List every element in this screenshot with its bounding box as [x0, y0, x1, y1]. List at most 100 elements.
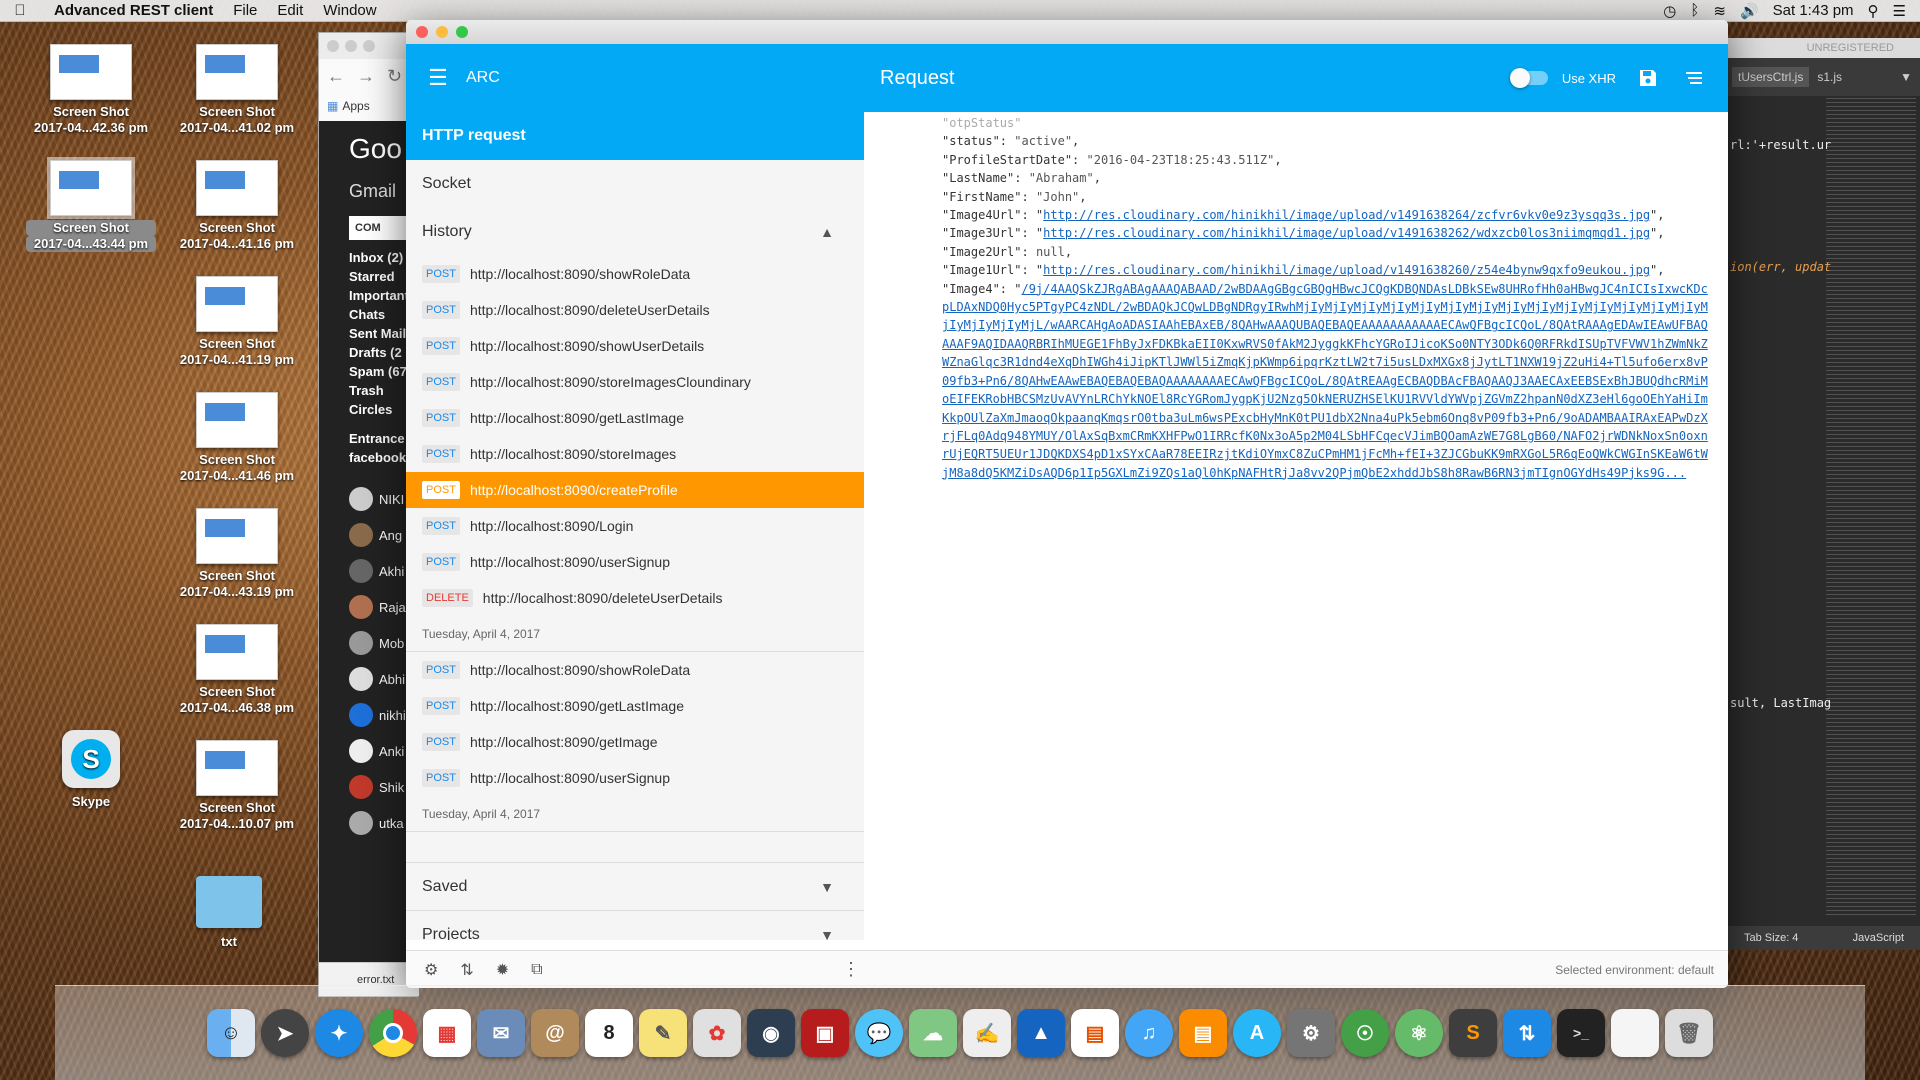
contact-item[interactable]: Akhi: [319, 553, 419, 589]
desktop-file-screenshot[interactable]: Screen Shot 2017-04...46.38 pm: [172, 624, 302, 716]
chevron-down-icon[interactable]: ▼: [820, 879, 834, 895]
minimize-icon[interactable]: [345, 40, 357, 52]
history-item[interactable]: POST http://localhost:8090/getLastImage: [406, 400, 864, 436]
launchpad-icon[interactable]: ➤: [261, 1009, 309, 1057]
clock[interactable]: Sat 1:43 pm: [1773, 2, 1854, 19]
apps-bookmark[interactable]: Apps: [342, 99, 369, 113]
open-external-icon[interactable]: ⧉: [531, 961, 542, 979]
tab-userctrl[interactable]: tUsersCtrl.js: [1732, 67, 1810, 87]
desktop-file-screenshot[interactable]: Screen Shot 2017-04...10.07 pm: [172, 740, 302, 832]
editor-minimap[interactable]: [1826, 98, 1916, 918]
photos-icon[interactable]: ✿: [693, 1009, 741, 1057]
response-body-viewer[interactable]: "otpStatus" "status": "active", "Profile…: [864, 112, 1728, 950]
label-entrance[interactable]: Entrance: [319, 429, 419, 448]
desktop-folder-txt[interactable]: txt: [164, 876, 294, 950]
apple-icon[interactable]: : [0, 2, 40, 19]
json-link[interactable]: http://res.cloudinary.com/hinikhil/image…: [1043, 263, 1650, 277]
zoom-icon[interactable]: [363, 40, 375, 52]
finder-icon[interactable]: ☺: [207, 1009, 255, 1057]
messages-icon[interactable]: 💬: [855, 1009, 903, 1057]
tab-overflow-icon[interactable]: ▼: [1900, 70, 1912, 84]
folder-sent[interactable]: Sent Mail: [319, 324, 419, 343]
atom-icon[interactable]: ⚛: [1395, 1009, 1443, 1057]
toggle-switch[interactable]: [1509, 68, 1548, 88]
settings-gear-icon[interactable]: ⚙: [424, 960, 438, 980]
notes-icon[interactable]: ✎: [639, 1009, 687, 1057]
history-item[interactable]: POST http://localhost:8090/getImage: [406, 724, 864, 760]
bluetooth-icon[interactable]: ᛒ: [1690, 2, 1699, 19]
textedit-icon[interactable]: ✍: [963, 1009, 1011, 1057]
desktop-file-screenshot[interactable]: Screen Shot 2017-04...41.16 pm: [172, 160, 302, 252]
menu-window[interactable]: Window: [313, 2, 386, 19]
contacts-icon[interactable]: @: [531, 1009, 579, 1057]
ibooks-icon[interactable]: ▤: [1179, 1009, 1227, 1057]
trash-icon[interactable]: 🗑: [1665, 1009, 1713, 1057]
apps-grid-icon[interactable]: ▦: [327, 99, 338, 113]
history-item[interactable]: POST http://localhost:8090/Login: [406, 508, 864, 544]
contact-item[interactable]: NIKI: [319, 481, 419, 517]
nav-http-request[interactable]: HTTP request: [406, 112, 864, 160]
close-icon[interactable]: [327, 40, 339, 52]
desktop-file-screenshot[interactable]: Screen Shot 2017-04...43.19 pm: [172, 508, 302, 600]
history-item[interactable]: POST http://localhost:8090/userSignup: [406, 544, 864, 580]
folder-drafts[interactable]: Drafts (2: [319, 343, 419, 362]
folder-trash[interactable]: Trash: [319, 381, 419, 400]
nav-history[interactable]: History ▲: [406, 208, 864, 256]
desktop-file-screenshot[interactable]: Screen Shot 2017-04...41.46 pm: [172, 392, 302, 484]
forward-arrow-icon[interactable]: →: [357, 66, 375, 87]
history-item[interactable]: DELETE http://localhost:8090/deleteUserDe…: [406, 580, 864, 616]
keynote-icon[interactable]: ▲: [1017, 1009, 1065, 1057]
tab-s1[interactable]: s1.js: [1817, 70, 1842, 84]
nav-projects[interactable]: Projects ▼: [406, 910, 864, 940]
history-item[interactable]: POST http://localhost:8090/getLastImage: [406, 688, 864, 724]
import-export-icon[interactable]: ⇅: [460, 960, 473, 980]
more-vert-icon[interactable]: ⋮: [842, 959, 860, 980]
zoom-icon[interactable]: [456, 26, 468, 38]
contact-item[interactable]: Abhi: [319, 661, 419, 697]
back-arrow-icon[interactable]: ←: [327, 66, 345, 87]
contact-item[interactable]: Raja: [319, 589, 419, 625]
json-base64-link[interactable]: /9j/4AAQSkZJRgABAgAAAQABAAD/2wBDAAgGBgcG…: [942, 282, 1708, 480]
contact-item[interactable]: Mob: [319, 625, 419, 661]
chevron-down-icon[interactable]: ▼: [820, 927, 834, 941]
history-item[interactable]: POST http://localhost:8090/deleteUserDeta…: [406, 292, 864, 328]
menu-app-name[interactable]: Advanced REST client: [40, 2, 223, 19]
time-machine-icon[interactable]: ◷: [1663, 2, 1676, 20]
desktop-app-skype[interactable]: S Skype: [26, 730, 156, 810]
folder-inbox[interactable]: Inbox (2): [319, 248, 419, 267]
desktop-file-screenshot[interactable]: Screen Shot 2017-04...41.19 pm: [172, 276, 302, 368]
bug-icon[interactable]: ✹: [496, 960, 509, 980]
itunes-icon[interactable]: ♫: [1125, 1009, 1173, 1057]
history-item[interactable]: POST http://localhost:8090/storeImages: [406, 436, 864, 472]
stats-icon[interactable]: ▤: [1071, 1009, 1119, 1057]
folder-important[interactable]: Important: [319, 286, 419, 305]
contact-item[interactable]: nikhi: [319, 697, 419, 733]
mail-stamp-icon[interactable]: ✉: [477, 1009, 525, 1057]
contact-item[interactable]: Shik: [319, 769, 419, 805]
sublime-text-editor[interactable]: UNREGISTERED tUsersCtrl.js s1.js ▼ rl:'+…: [1728, 38, 1920, 950]
tab-size[interactable]: Tab Size: 4: [1744, 932, 1798, 944]
notification-center-icon[interactable]: ☰: [1893, 2, 1906, 20]
filezilla-icon[interactable]: ⇅: [1503, 1009, 1551, 1057]
reload-icon[interactable]: ↻: [387, 66, 402, 87]
menu-edit[interactable]: Edit: [267, 2, 313, 19]
nav-socket[interactable]: Socket: [406, 160, 864, 208]
apps-launcher-icon[interactable]: ▦: [423, 1009, 471, 1057]
history-item-selected[interactable]: POST http://localhost:8090/createProfile: [406, 472, 864, 508]
environment-status[interactable]: Selected environment: default: [1555, 963, 1714, 977]
spotlight-search-icon[interactable]: ⚲: [1868, 2, 1879, 20]
desktop-file-screenshot-selected[interactable]: Screen Shot 2017-04...43.44 pm: [26, 157, 156, 252]
calendar-icon[interactable]: 8: [585, 1009, 633, 1057]
label-facebook[interactable]: facebook: [319, 448, 419, 467]
folder-chats[interactable]: Chats: [319, 305, 419, 324]
menu-file[interactable]: File: [223, 2, 267, 19]
json-link[interactable]: http://res.cloudinary.com/hinikhil/image…: [1043, 208, 1650, 222]
use-xhr-toggle[interactable]: Use XHR: [1509, 68, 1616, 88]
history-item[interactable]: POST http://localhost:8090/showRoleData: [406, 256, 864, 292]
chevron-up-icon[interactable]: ▲: [820, 224, 834, 240]
facetime-icon[interactable]: ◉: [747, 1009, 795, 1057]
folder-starred[interactable]: Starred: [319, 267, 419, 286]
nav-saved[interactable]: Saved ▼: [406, 862, 864, 910]
contact-item[interactable]: Anki: [319, 733, 419, 769]
close-icon[interactable]: [416, 26, 428, 38]
